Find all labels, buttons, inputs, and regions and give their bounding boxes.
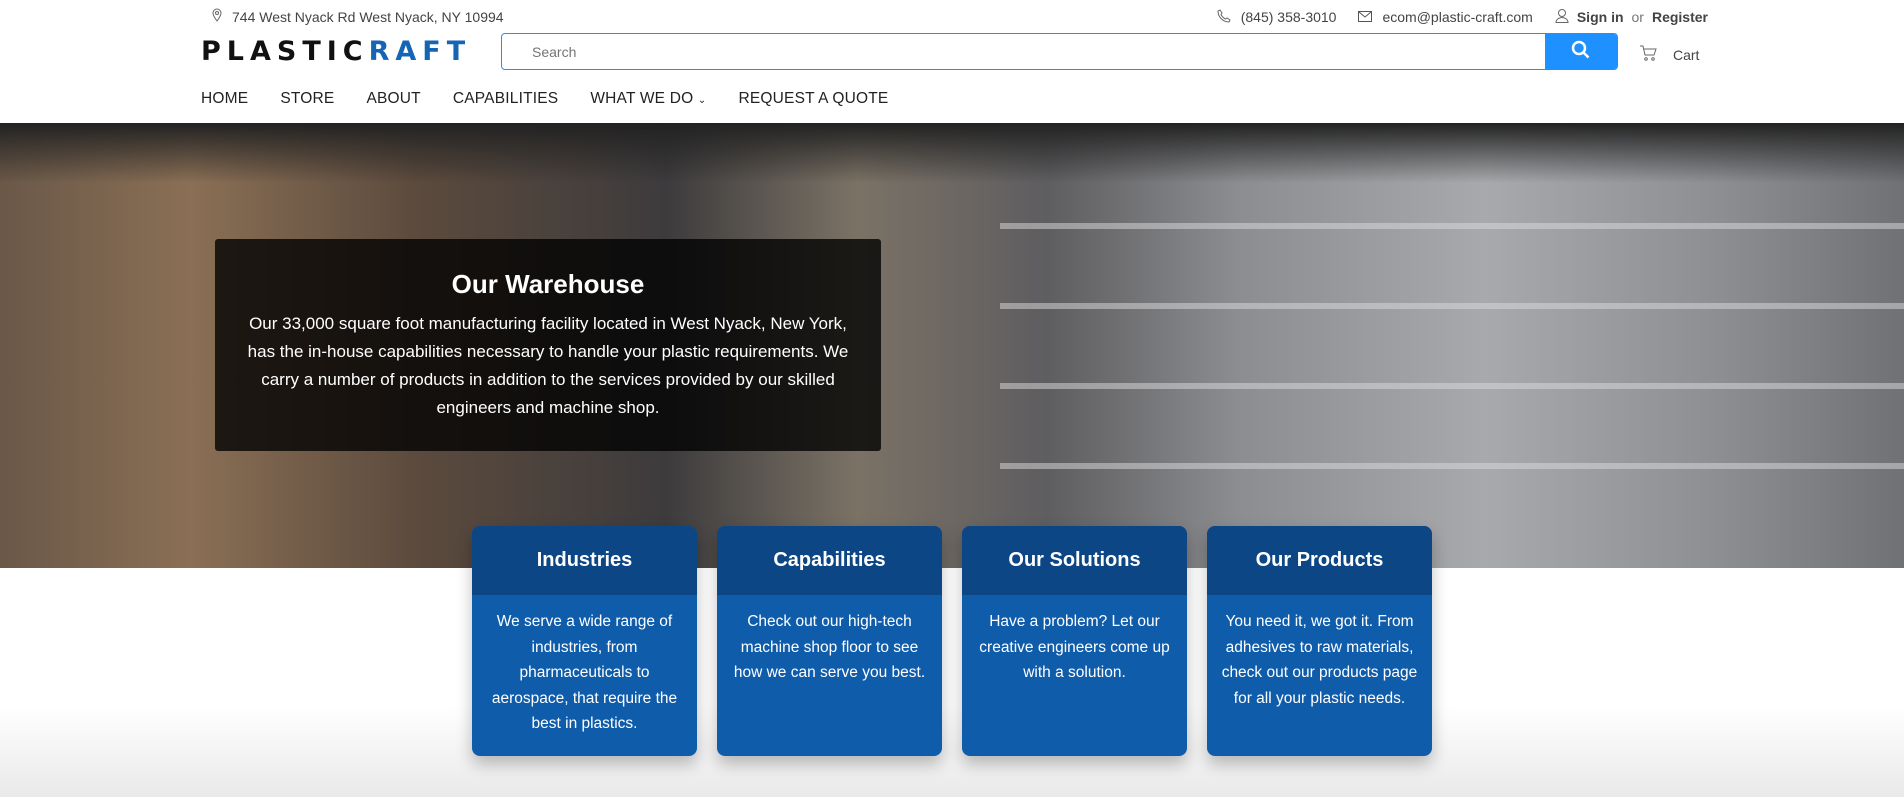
- sign-in-link[interactable]: Sign in: [1577, 9, 1624, 25]
- top-bar: 744 West Nyack Rd West Nyack, NY 10994 (…: [0, 0, 1904, 32]
- card-industries[interactable]: Industries We serve a wide range of indus…: [472, 526, 697, 756]
- phone-icon: [1217, 8, 1231, 26]
- feature-cards: Industries We serve a wide range of indus…: [472, 526, 1432, 756]
- account: Sign in or Register: [1555, 8, 1708, 26]
- card-capabilities[interactable]: Capabilities Check out our high-tech mach…: [717, 526, 942, 756]
- phone-link[interactable]: (845) 358-3010: [1217, 8, 1336, 26]
- mail-icon: [1358, 9, 1373, 25]
- address: 744 West Nyack Rd West Nyack, NY 10994: [212, 8, 504, 25]
- hero-overlay: Our Warehouse Our 33,000 square foot man…: [215, 239, 881, 451]
- email-link[interactable]: ecom@plastic-craft.com: [1358, 9, 1533, 25]
- cart-icon: [1639, 44, 1657, 65]
- search-icon: [1571, 40, 1591, 63]
- search-button[interactable]: [1545, 34, 1617, 69]
- map-pin-icon: [212, 8, 222, 25]
- search-input[interactable]: [502, 34, 1545, 69]
- nav-capabilities[interactable]: CAPABILITIES: [453, 90, 558, 108]
- nav-what-we-do[interactable]: WHAT WE DO ⌄: [590, 90, 706, 108]
- card-products[interactable]: Our Products You need it, we got it. From…: [1207, 526, 1432, 756]
- nav-about[interactable]: ABOUT: [366, 90, 420, 108]
- search-bar: [501, 33, 1618, 70]
- user-icon: [1555, 8, 1569, 26]
- hero-text: Our 33,000 square foot manufacturing fac…: [247, 314, 849, 417]
- nav-store[interactable]: STORE: [280, 90, 334, 108]
- nav-request-quote[interactable]: REQUEST A QUOTE: [738, 90, 888, 108]
- nav-home[interactable]: HOME: [201, 90, 248, 108]
- logo[interactable]: PLASTICRAFT: [201, 38, 471, 66]
- card-solutions[interactable]: Our Solutions Have a problem? Let our cre…: [962, 526, 1187, 756]
- hero-title: Our Warehouse: [451, 269, 645, 299]
- hero-banner: Our Warehouse Our 33,000 square foot man…: [0, 123, 1904, 568]
- cart-link[interactable]: Cart: [1639, 44, 1699, 65]
- chevron-down-icon: ⌄: [697, 95, 707, 106]
- main-nav: HOME STORE ABOUT CAPABILITIES WHAT WE DO…: [201, 90, 888, 108]
- register-link[interactable]: Register: [1652, 9, 1708, 25]
